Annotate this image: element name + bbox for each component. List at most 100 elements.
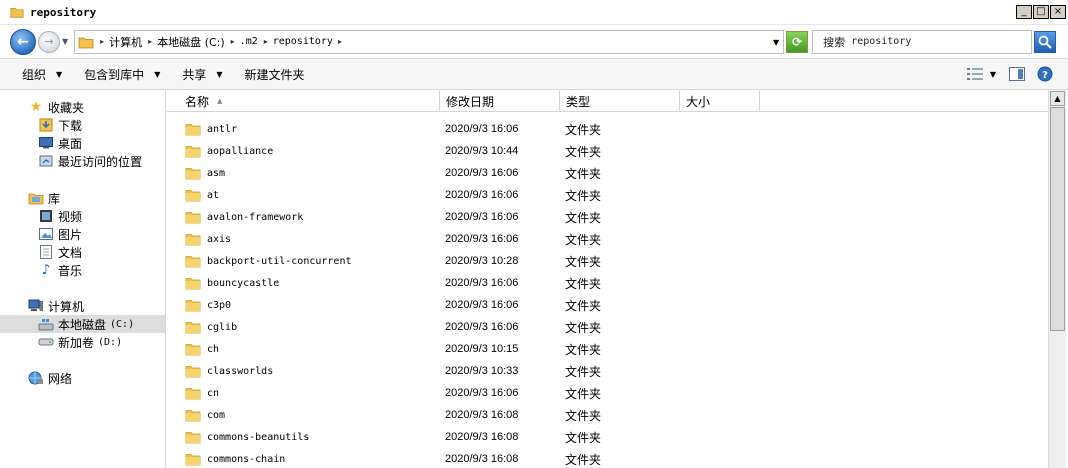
file-name-cell[interactable]: commons-beanutils bbox=[185, 426, 309, 448]
file-name-cell[interactable]: aopalliance bbox=[185, 140, 273, 162]
chevron-right-icon[interactable]: ▸ bbox=[338, 37, 342, 46]
file-name-cell[interactable]: backport-util-concurrent bbox=[185, 250, 352, 272]
nav-favorites[interactable]: ★ 收藏夹 bbox=[0, 98, 166, 116]
breadcrumb-item-m2[interactable]: ▸ .m2 bbox=[231, 36, 258, 47]
column-header-type[interactable]: 类型 bbox=[560, 90, 680, 112]
file-name-cell[interactable]: asm bbox=[185, 162, 225, 184]
table-row[interactable]: antlr 2020/9/3 16:06 文件夹 bbox=[167, 118, 1048, 140]
nav-computer[interactable]: 计算机 bbox=[0, 297, 166, 315]
back-button[interactable]: ← bbox=[10, 28, 36, 55]
nav-item-downloads[interactable]: 下载 bbox=[0, 116, 166, 134]
vertical-scrollbar[interactable]: ▲ bbox=[1048, 90, 1066, 468]
file-name-cell[interactable]: commons-chain bbox=[185, 448, 285, 468]
scrollbar-thumb[interactable] bbox=[1050, 107, 1065, 331]
desktop-icon bbox=[38, 135, 54, 151]
breadcrumb-item-repository[interactable]: ▸ repository ▸ bbox=[264, 36, 347, 47]
file-type: 文件夹 bbox=[565, 342, 602, 357]
chevron-right-icon[interactable]: ▸ bbox=[231, 37, 235, 46]
file-name-cell[interactable]: cn bbox=[185, 382, 219, 404]
nav-item-new-volume-d[interactable]: 新加卷 (D:) bbox=[0, 333, 166, 351]
modified-date: 2020/9/3 16:08 bbox=[445, 431, 519, 443]
chevron-right-icon[interactable]: ▸ bbox=[100, 37, 104, 46]
table-row[interactable]: com 2020/9/3 16:08 文件夹 bbox=[167, 404, 1048, 426]
column-header-date[interactable]: 修改日期 bbox=[440, 90, 560, 112]
organize-menu[interactable]: 组织 ▼ bbox=[22, 66, 62, 83]
nav-item-videos[interactable]: 视频 bbox=[0, 207, 166, 225]
file-name-cell[interactable]: classworlds bbox=[185, 360, 273, 382]
table-row[interactable]: avalon-framework 2020/9/3 16:06 文件夹 bbox=[167, 206, 1048, 228]
folder-icon bbox=[185, 344, 201, 356]
breadcrumb-item-computer[interactable]: ▸ 计算机 bbox=[100, 34, 142, 50]
folder-icon bbox=[185, 124, 201, 136]
column-header-name[interactable]: 名称 ▲ bbox=[179, 90, 440, 112]
recent-pages-dropdown-icon[interactable]: ▼ bbox=[62, 37, 68, 46]
table-row[interactable]: asm 2020/9/3 16:06 文件夹 bbox=[167, 162, 1048, 184]
nav-libraries[interactable]: 库 bbox=[0, 189, 166, 207]
file-name-cell[interactable]: bouncycastle bbox=[185, 272, 279, 294]
search-input[interactable]: 搜索 repository bbox=[812, 29, 1033, 54]
folder-icon bbox=[185, 322, 201, 334]
file-name-cell[interactable]: avalon-framework bbox=[185, 206, 303, 228]
scroll-up-button[interactable]: ▲ bbox=[1050, 91, 1065, 106]
file-type: 文件夹 bbox=[565, 298, 602, 313]
nav-item-desktop[interactable]: 桌面 bbox=[0, 134, 166, 152]
file-name: avalon-framework bbox=[207, 211, 304, 223]
chevron-right-icon[interactable]: ▸ bbox=[264, 37, 268, 46]
back-arrow-icon: ← bbox=[17, 33, 29, 50]
change-view-button[interactable] bbox=[966, 66, 984, 82]
chevron-right-icon[interactable]: ▸ bbox=[148, 37, 152, 46]
table-row[interactable]: axis 2020/9/3 16:06 文件夹 bbox=[167, 228, 1048, 250]
help-button[interactable]: ? bbox=[1036, 66, 1054, 82]
file-type: 文件夹 bbox=[565, 430, 602, 445]
file-name-cell[interactable]: antlr bbox=[185, 118, 237, 140]
maximize-button[interactable]: □ bbox=[1033, 5, 1049, 19]
table-row[interactable]: commons-chain 2020/9/3 16:08 文件夹 bbox=[167, 448, 1048, 468]
file-name-cell[interactable]: ch bbox=[185, 338, 219, 360]
nav-item-music[interactable]: ♪ 音乐 bbox=[0, 261, 166, 279]
file-name-cell[interactable]: com bbox=[185, 404, 225, 426]
file-name: commons-chain bbox=[207, 453, 286, 465]
table-row[interactable]: at 2020/9/3 16:06 文件夹 bbox=[167, 184, 1048, 206]
table-row[interactable]: aopalliance 2020/9/3 10:44 文件夹 bbox=[167, 140, 1048, 162]
breadcrumb-item-local-disk[interactable]: ▸ 本地磁盘 (C:) bbox=[148, 34, 224, 50]
close-button[interactable]: × bbox=[1050, 5, 1066, 19]
table-row[interactable]: c3p0 2020/9/3 16:06 文件夹 bbox=[167, 294, 1048, 316]
libraries-group: 库 视频 图片 文档 ♪ 音乐 bbox=[0, 189, 166, 279]
refresh-button[interactable]: ⟳ bbox=[786, 30, 809, 53]
view-options-dropdown-icon[interactable]: ▼ bbox=[990, 70, 996, 79]
file-name-cell[interactable]: c3p0 bbox=[185, 294, 231, 316]
minimize-button[interactable]: _ bbox=[1016, 5, 1032, 19]
share-menu[interactable]: 共享 ▼ bbox=[182, 66, 222, 83]
table-row[interactable]: backport-util-concurrent 2020/9/3 10:28 文件… bbox=[167, 250, 1048, 272]
column-header-size[interactable]: 大小 bbox=[680, 90, 760, 112]
command-bar: 组织 ▼ 包含到库中 ▼ 共享 ▼ 新建文件夹 ▼ ? bbox=[0, 58, 1068, 90]
address-bar[interactable]: ▸ 计算机 ▸ 本地磁盘 (C:) ▸ .m2 ▸ repository ▸ ▼ bbox=[74, 29, 785, 54]
include-in-library-menu[interactable]: 包含到库中 ▼ bbox=[84, 66, 160, 83]
nav-network[interactable]: 网络 bbox=[0, 369, 166, 387]
file-name-cell[interactable]: at bbox=[185, 184, 219, 206]
table-row[interactable]: cn 2020/9/3 16:06 文件夹 bbox=[167, 382, 1048, 404]
search-button[interactable] bbox=[1034, 30, 1057, 53]
preview-pane-button[interactable] bbox=[1008, 66, 1026, 82]
nav-item-documents[interactable]: 文档 bbox=[0, 243, 166, 261]
address-history-dropdown-icon[interactable]: ▼ bbox=[773, 38, 779, 47]
document-icon bbox=[38, 244, 54, 260]
table-row[interactable]: classworlds 2020/9/3 10:33 文件夹 bbox=[167, 360, 1048, 382]
forward-button[interactable]: → bbox=[38, 30, 60, 53]
file-name-cell[interactable]: axis bbox=[185, 228, 231, 250]
folder-icon bbox=[185, 278, 201, 290]
nav-item-recent-places[interactable]: 最近访问的位置 bbox=[0, 152, 166, 170]
nav-item-local-disk-c[interactable]: 本地磁盘 (C:) bbox=[0, 315, 166, 333]
table-row[interactable]: commons-beanutils 2020/9/3 16:08 文件夹 bbox=[167, 426, 1048, 448]
drive-icon bbox=[38, 334, 54, 350]
table-row[interactable]: bouncycastle 2020/9/3 16:06 文件夹 bbox=[167, 272, 1048, 294]
file-type: 文件夹 bbox=[565, 408, 602, 423]
file-name-cell[interactable]: cglib bbox=[185, 316, 237, 338]
file-type: 文件夹 bbox=[565, 386, 602, 401]
forward-arrow-icon: → bbox=[44, 35, 54, 48]
nav-item-pictures[interactable]: 图片 bbox=[0, 225, 166, 243]
table-row[interactable]: ch 2020/9/3 10:15 文件夹 bbox=[167, 338, 1048, 360]
table-row[interactable]: cglib 2020/9/3 16:06 文件夹 bbox=[167, 316, 1048, 338]
new-folder-button[interactable]: 新建文件夹 bbox=[245, 66, 305, 83]
help-icon: ? bbox=[1037, 66, 1053, 82]
